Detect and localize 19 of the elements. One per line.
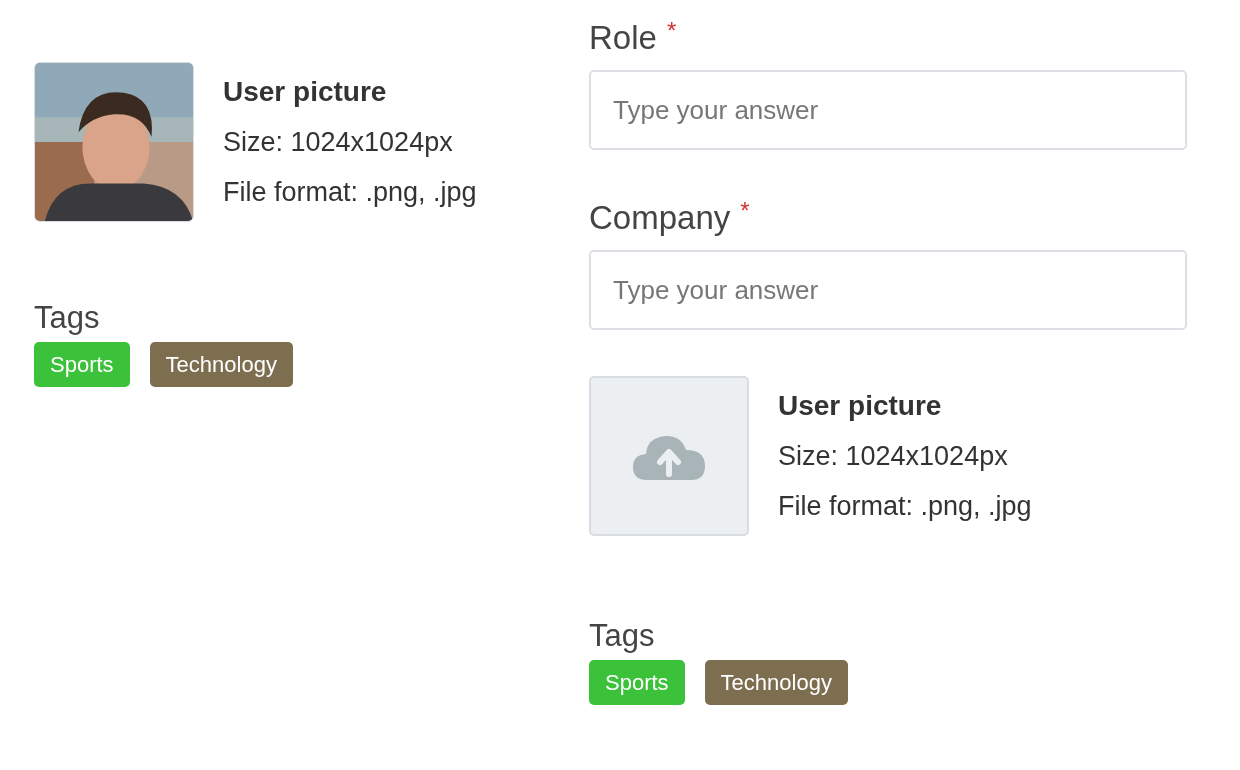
size-text: Size: 1024x1024px [778, 440, 1009, 473]
tags-label: Tags [34, 299, 101, 337]
picture-title: User picture [223, 75, 388, 109]
required-mark: * [740, 196, 750, 226]
tags-label: Tags [589, 617, 656, 655]
input-field[interactable]: Type your answer [589, 70, 1187, 150]
tag: Sports [589, 660, 685, 705]
size-text: Size: 1024x1024px [223, 126, 454, 159]
picture-title: User picture [778, 389, 943, 423]
required-mark: * [666, 16, 677, 46]
tag: Technology [704, 660, 848, 705]
field-label: Company [589, 198, 731, 238]
format-text: File format: .png, .jpg [223, 176, 477, 209]
tag: Sports [34, 342, 130, 387]
tag: Technology [149, 342, 293, 387]
upload-area[interactable] [589, 376, 749, 536]
format-text: File format: .png, .jpg [778, 490, 1032, 523]
field-label: Role [589, 18, 657, 58]
input-field[interactable]: Type your answer [589, 250, 1187, 330]
